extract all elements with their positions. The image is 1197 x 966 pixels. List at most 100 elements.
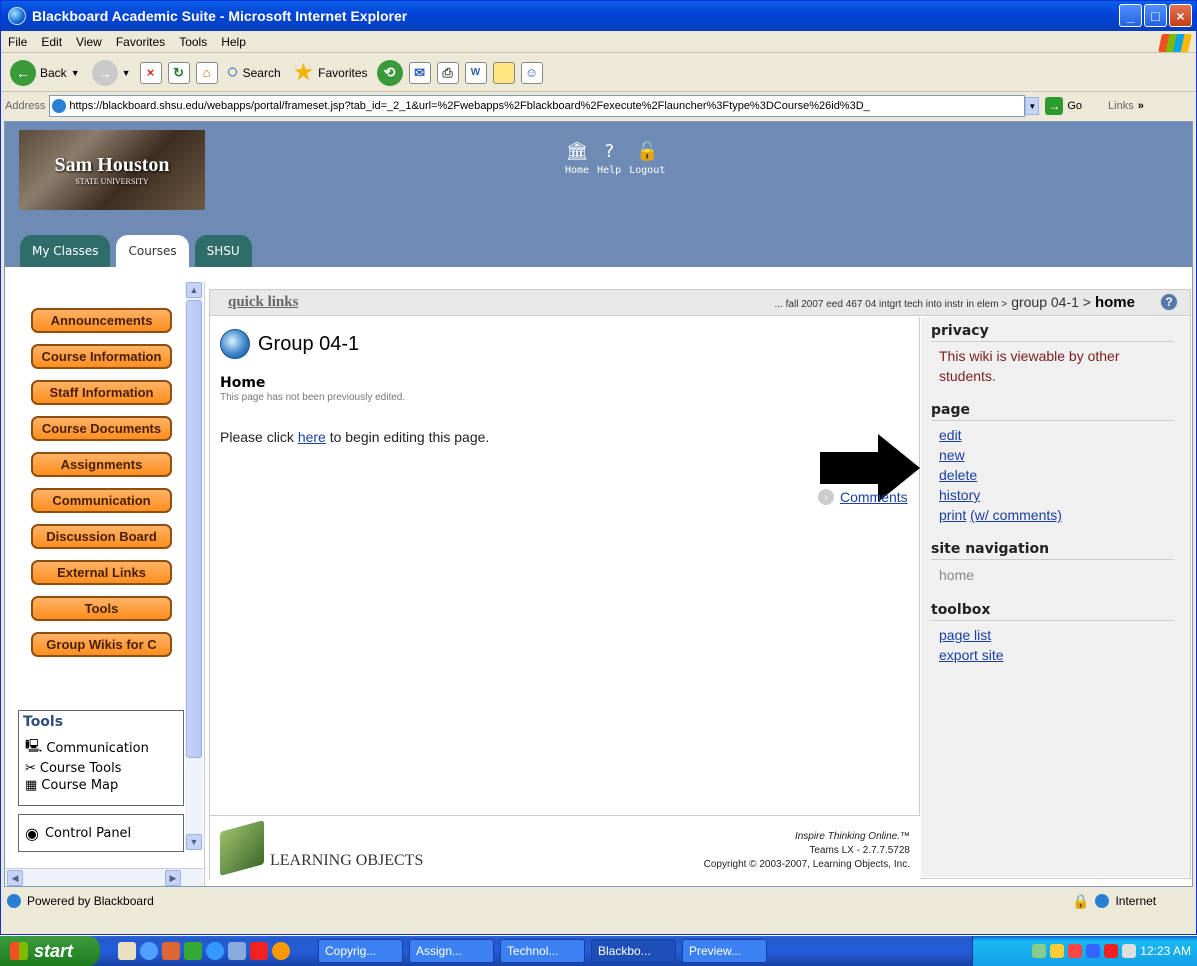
tab-shsu[interactable]: SHSU: [194, 235, 252, 267]
task-preview[interactable]: Preview...: [682, 939, 767, 963]
minimize-button[interactable]: _: [1119, 4, 1142, 27]
tray-icon-6[interactable]: [1122, 944, 1137, 958]
page-list-link[interactable]: page list: [939, 627, 991, 643]
page-icon: [52, 99, 67, 113]
new-link[interactable]: new: [939, 447, 965, 463]
help-icon[interactable]: ?: [1160, 293, 1178, 311]
breadcrumb-current: home: [1094, 294, 1135, 311]
menu-view[interactable]: View: [69, 35, 109, 49]
nav-course-information[interactable]: Course Information: [31, 344, 172, 369]
maximize-button[interactable]: □: [1144, 4, 1167, 27]
tools-course-map[interactable]: ▦ Course Map: [19, 777, 183, 794]
history-icon[interactable]: ⟲: [376, 59, 403, 86]
tray-icon-3[interactable]: [1068, 944, 1083, 958]
nav-staff-information[interactable]: Staff Information: [31, 380, 172, 405]
scroll-down-icon[interactable]: ▼: [186, 834, 202, 850]
refresh-icon[interactable]: ↻: [167, 61, 190, 84]
nav-communication[interactable]: Communication: [31, 488, 172, 513]
logout-link[interactable]: 🔓 Logout: [629, 141, 665, 177]
nav-course-documents[interactable]: Course Documents: [31, 416, 172, 441]
status-bar: Powered by Blackboard 🔒 Internet: [1, 889, 1196, 913]
links-button[interactable]: Links: [1108, 100, 1134, 112]
tray-icon-1[interactable]: [1032, 944, 1047, 958]
help-link[interactable]: ? Help: [597, 142, 621, 177]
print-with-comments-link[interactable]: (w/ comments): [970, 507, 1062, 523]
menu-edit[interactable]: Edit: [34, 35, 69, 49]
breadcrumb-group[interactable]: group 04-1 >: [1011, 294, 1091, 310]
quicklaunch-icon-6[interactable]: [228, 942, 246, 960]
nav-group-wikis[interactable]: Group Wikis for C: [31, 632, 172, 657]
chevron-right-icon[interactable]: »: [1138, 100, 1144, 112]
quicklaunch-icon-7[interactable]: [250, 942, 268, 960]
window-title: Blackboard Academic Suite - Microsoft In…: [32, 8, 408, 24]
breadcrumb-course[interactable]: ... fall 2007 eed 467 04 intgrt tech int…: [775, 299, 1008, 310]
history-link[interactable]: history: [939, 487, 980, 503]
address-input[interactable]: https://blackboard.shsu.edu/webapps/port…: [49, 95, 1026, 117]
tools-communication[interactable]: 🖳 Communication: [19, 736, 183, 760]
go-button[interactable]: → Go: [1045, 97, 1082, 115]
tray-icon-5[interactable]: [1104, 944, 1119, 958]
menu-file[interactable]: File: [1, 35, 34, 49]
back-button[interactable]: ← Back ▼: [7, 58, 83, 88]
here-link[interactable]: here: [298, 429, 326, 445]
quicklaunch-icon-3[interactable]: [162, 942, 180, 960]
menu-tools[interactable]: Tools: [172, 35, 214, 49]
tray-icon-2[interactable]: [1050, 944, 1065, 958]
control-panel-icon: ◉: [25, 823, 39, 843]
nav-tools[interactable]: Tools: [31, 596, 172, 621]
favorites-button[interactable]: ★ Favorites: [290, 58, 371, 88]
tools-icon: ✂: [25, 761, 36, 776]
stop-icon[interactable]: ×: [139, 61, 162, 84]
nav-discussion-board[interactable]: Discussion Board: [31, 524, 172, 549]
edit-link[interactable]: edit: [939, 427, 962, 443]
scroll-thumb[interactable]: [186, 300, 202, 758]
delete-link[interactable]: delete: [939, 467, 977, 483]
address-dropdown-icon[interactable]: ▼: [1025, 97, 1040, 115]
note-icon[interactable]: [492, 61, 515, 84]
ie-icon[interactable]: [140, 942, 158, 960]
nav-announcements[interactable]: Announcements: [31, 308, 172, 333]
system-tray: 12:23 AM: [972, 936, 1197, 966]
tools-course-tools[interactable]: ✂ Course Tools: [19, 760, 183, 777]
left-vertical-scrollbar[interactable]: ▲ ▼: [185, 282, 203, 850]
word-edit-icon[interactable]: W: [464, 61, 487, 84]
quicklaunch-icon-5[interactable]: [206, 942, 224, 960]
quicklaunch-icon-4[interactable]: [184, 942, 202, 960]
tray-icon-4[interactable]: [1086, 944, 1101, 958]
scroll-left-icon[interactable]: ◀: [7, 870, 23, 886]
nav-external-links[interactable]: External Links: [31, 560, 172, 585]
home-icon[interactable]: ⌂: [195, 61, 218, 84]
menu-help[interactable]: Help: [214, 35, 253, 49]
breadcrumb: ... fall 2007 eed 467 04 intgrt tech int…: [775, 294, 1135, 311]
mail-icon[interactable]: ✉: [408, 61, 431, 84]
search-button[interactable]: ○ Search: [224, 58, 284, 88]
wiki-title: Group 04-1: [220, 329, 359, 359]
export-site-link[interactable]: export site: [939, 647, 1004, 663]
start-button[interactable]: start: [0, 936, 100, 966]
tab-courses[interactable]: Courses: [116, 235, 189, 267]
scroll-up-icon[interactable]: ▲: [186, 282, 202, 298]
home-link[interactable]: 🏛 Home: [565, 142, 589, 177]
lock-icon: 🔓: [636, 141, 659, 162]
messenger-icon[interactable]: ☺: [520, 61, 543, 84]
quick-links[interactable]: quick links: [228, 294, 298, 311]
forward-button[interactable]: → ▼: [89, 58, 134, 88]
print-link[interactable]: print: [939, 507, 966, 523]
site-nav-home[interactable]: home: [939, 564, 1190, 586]
scroll-right-icon[interactable]: ▶: [165, 870, 181, 886]
task-technol[interactable]: Technol...: [500, 939, 585, 963]
menu-favorites[interactable]: Favorites: [109, 35, 172, 49]
windows-logo-icon: [1158, 34, 1192, 52]
task-blackboard[interactable]: Blackbo...: [591, 939, 676, 963]
comments-link[interactable]: › Comments: [818, 489, 908, 505]
task-assign[interactable]: Assign...: [409, 939, 494, 963]
tab-my-classes[interactable]: My Classes: [20, 235, 111, 267]
firefox-icon[interactable]: [272, 942, 290, 960]
task-copyright[interactable]: Copyrig...: [318, 939, 403, 963]
print-icon[interactable]: ⎙: [436, 61, 459, 84]
quicklaunch-icon-1[interactable]: [118, 942, 136, 960]
control-panel-link[interactable]: ◉ Control Panel: [18, 814, 184, 852]
nav-assignments[interactable]: Assignments: [31, 452, 172, 477]
left-horizontal-scrollbar[interactable]: ◀ ▶: [5, 868, 203, 886]
close-button[interactable]: ×: [1169, 4, 1192, 27]
